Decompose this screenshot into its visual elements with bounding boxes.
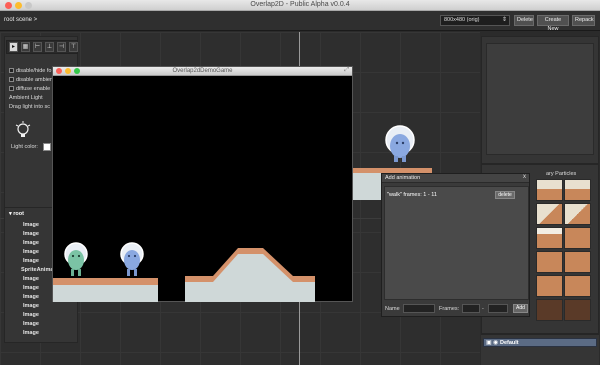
ground-platform-left xyxy=(53,284,158,302)
close-icon[interactable]: x xyxy=(523,174,526,180)
layer-row-default[interactable]: ▣ ◉ Default xyxy=(483,338,597,347)
asset-tile[interactable] xyxy=(536,179,563,201)
fullscreen-icon[interactable]: ⤢ xyxy=(344,67,349,74)
add-animation-dialog: Add animation x "walk" frames: 1 - 11 de… xyxy=(381,173,530,317)
asset-tile[interactable] xyxy=(564,251,591,273)
tree-item[interactable]: Image xyxy=(23,249,39,255)
game-scene xyxy=(53,242,315,302)
game-preview-window[interactable]: Overlap2dDemoGame ⤢ xyxy=(52,66,353,302)
dialog-title: Add animation xyxy=(385,175,421,181)
library-tabs[interactable]: ary Particles xyxy=(546,171,576,177)
asset-tile[interactable] xyxy=(536,251,563,273)
asset-tile[interactable] xyxy=(564,179,591,201)
top-bar: root scene > 800x480 (orig) ⇕ Delete Cre… xyxy=(0,11,600,32)
diffuse-enable-checkbox[interactable]: diffuse enable xyxy=(9,86,55,92)
game-window-titlebar: Overlap2dDemoGame ⤢ xyxy=(53,67,352,76)
frames-start-input[interactable] xyxy=(462,304,480,313)
frames-dash: - xyxy=(482,306,484,312)
create-new-button[interactable]: Create New xyxy=(537,15,569,32)
blue-alien-character[interactable] xyxy=(385,125,415,162)
asset-tile[interactable] xyxy=(536,203,563,225)
frames-label: Frames: xyxy=(439,306,460,312)
layer-name: Default xyxy=(500,340,519,346)
tree-item[interactable]: Image xyxy=(23,258,39,264)
disable-ambient-checkbox[interactable]: disable ambien xyxy=(9,77,55,83)
tree-item[interactable]: Image xyxy=(23,240,39,246)
select-tool-icon[interactable]: ▸ xyxy=(9,42,18,52)
window-titlebar: Overlap2D - Public Alpha v0.0.4 xyxy=(0,0,600,11)
tree-item[interactable]: Image xyxy=(23,312,39,318)
properties-content xyxy=(486,43,594,155)
name-input[interactable] xyxy=(403,304,435,313)
delete-button[interactable]: Delete xyxy=(514,15,534,26)
tree-item[interactable]: Image xyxy=(23,321,39,327)
asset-tile[interactable] xyxy=(564,203,591,225)
resolution-value: 800x480 (orig) xyxy=(444,17,480,23)
repack-button[interactable]: Repack xyxy=(572,15,595,26)
disable-hide-checkbox[interactable]: disable/hide fo xyxy=(9,68,55,74)
asset-tile[interactable] xyxy=(564,227,591,249)
align-right-icon[interactable]: ⊣ xyxy=(57,42,66,52)
name-label: Name xyxy=(385,306,400,312)
lock-icon[interactable]: ▣ xyxy=(486,339,492,346)
dialog-header: Add animation x xyxy=(382,174,529,183)
asset-tile[interactable] xyxy=(536,227,563,249)
asset-tile[interactable] xyxy=(536,275,563,297)
delete-animation-button[interactable]: delete xyxy=(495,191,515,199)
blue-alien-character xyxy=(120,242,144,276)
tree-item[interactable]: Image xyxy=(23,330,39,336)
chevron-updown-icon: ⇕ xyxy=(501,17,507,23)
animation-entry[interactable]: "walk" frames: 1 - 11 xyxy=(387,192,437,198)
tree-item[interactable]: Image xyxy=(23,231,39,237)
frames-end-input[interactable] xyxy=(488,304,508,313)
properties-panel xyxy=(481,36,599,164)
align-top-icon[interactable]: ⊤ xyxy=(69,42,78,52)
tree-item[interactable]: Image xyxy=(23,276,39,282)
align-bottom-icon[interactable]: ⊥ xyxy=(45,42,54,52)
drag-light-hint: Drag light into sc xyxy=(9,104,50,110)
ambient-light-label: Ambient Light xyxy=(9,95,43,101)
animation-list: "walk" frames: 1 - 11 delete xyxy=(384,186,529,300)
breadcrumb[interactable]: root scene > xyxy=(4,17,37,23)
tree-item[interactable]: Image xyxy=(23,294,39,300)
game-window-title: Overlap2dDemoGame xyxy=(172,68,233,74)
layers-bar: ▣ ◉ Default xyxy=(481,334,599,365)
asset-tile[interactable] xyxy=(564,275,591,297)
tree-item[interactable]: Image xyxy=(23,303,39,309)
eye-icon[interactable]: ◉ xyxy=(493,339,498,346)
align-left-icon[interactable]: ⊢ xyxy=(33,42,42,52)
green-alien-character xyxy=(64,242,88,276)
add-animation-button[interactable]: Add xyxy=(513,304,528,313)
asset-tile[interactable] xyxy=(536,299,563,321)
grid-tool-icon[interactable]: ▦ xyxy=(21,42,30,52)
asset-tile[interactable] xyxy=(564,299,591,321)
light-color-swatch[interactable] xyxy=(43,143,51,151)
window-title: Overlap2D - Public Alpha v0.0.4 xyxy=(250,1,350,8)
tree-item[interactable]: Image xyxy=(23,285,39,291)
asset-grid xyxy=(534,179,594,329)
resolution-select[interactable]: 800x480 (orig) ⇕ xyxy=(440,15,510,26)
tools-toolbar: ▸ ▦ ⊢ ⊥ ⊣ ⊤ xyxy=(6,40,78,54)
tree-item[interactable]: Image xyxy=(23,222,39,228)
tree-root[interactable]: ▾ root xyxy=(9,211,24,217)
ground-platform-left-top xyxy=(53,278,158,285)
light-bulb-icon[interactable] xyxy=(15,121,31,139)
